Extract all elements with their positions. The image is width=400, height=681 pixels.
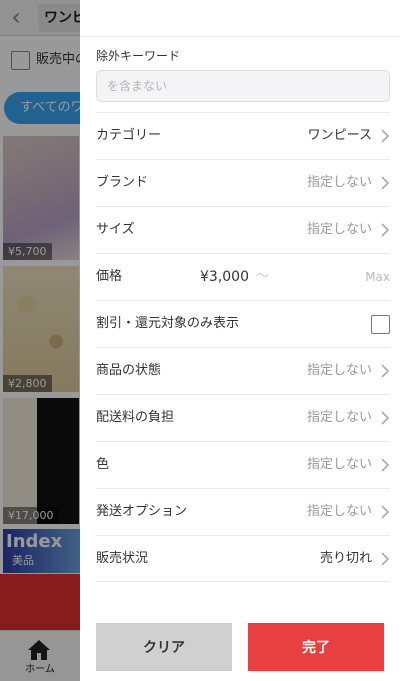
filter-row-sale-status[interactable]: 販売状況 売り切れ: [96, 535, 390, 582]
row-label: 発送オプション: [96, 504, 188, 519]
filter-row-color[interactable]: 色 指定しない: [96, 441, 390, 488]
row-label: カテゴリー: [96, 128, 162, 143]
row-value: ワンピース: [307, 128, 372, 143]
exclude-keyword-input[interactable]: [96, 70, 390, 102]
row-label: ブランド: [96, 175, 149, 190]
chevron-right-icon: [381, 364, 390, 378]
row-value: 指定しない: [306, 222, 372, 237]
chevron-right-icon: [381, 505, 390, 519]
discount-checkbox[interactable]: [371, 315, 390, 334]
exclude-keyword-label: 除外キーワード: [96, 49, 181, 63]
row-label: 価格: [96, 269, 123, 284]
chevron-right-icon: [381, 411, 390, 425]
row-value: 指定しない: [306, 457, 372, 472]
row-label: 色: [96, 457, 110, 472]
price-max-input[interactable]: Max: [365, 254, 390, 300]
filter-row-size[interactable]: サイズ 指定しない: [96, 206, 390, 253]
row-label: 配送料の負担: [96, 410, 175, 425]
filter-row-shipping-fee[interactable]: 配送料の負担 指定しない: [96, 394, 390, 441]
chevron-right-icon: [381, 458, 390, 472]
price-min-input[interactable]: ¥3,000: [200, 254, 249, 300]
row-value: 指定しない: [306, 410, 372, 425]
price-range-separator: 〜: [256, 269, 270, 284]
filter-row-category[interactable]: カテゴリー ワンピース: [96, 112, 390, 159]
filter-row-discount[interactable]: 割引・還元対象のみ表示: [96, 300, 390, 347]
row-value: 指定しない: [306, 363, 372, 378]
row-value: 指定しない: [306, 504, 372, 519]
chevron-right-icon: [381, 552, 390, 566]
chevron-right-icon: [381, 223, 390, 237]
divider: [80, 36, 400, 37]
chevron-right-icon: [381, 129, 390, 143]
filter-panel: 除外キーワード カテゴリー ワンピース ブランド 指定しない サイズ 指定しない…: [80, 0, 400, 681]
row-label: サイズ: [96, 222, 135, 237]
row-label: 商品の状態: [96, 363, 162, 378]
row-label: 割引・還元対象のみ表示: [96, 316, 240, 331]
filter-row-condition[interactable]: 商品の状態 指定しない: [96, 347, 390, 394]
filter-row-brand[interactable]: ブランド 指定しない: [96, 159, 390, 206]
done-button[interactable]: 完了: [248, 623, 384, 671]
chevron-right-icon: [381, 176, 390, 190]
row-value: 売り切れ: [319, 551, 372, 566]
row-label: 販売状況: [96, 551, 149, 566]
clear-button[interactable]: クリア: [96, 623, 232, 671]
filter-row-price: 価格 ¥3,000 〜 Max: [96, 253, 390, 300]
row-value: 指定しない: [306, 175, 372, 190]
divider: [96, 581, 390, 582]
filter-row-shipping-option[interactable]: 発送オプション 指定しない: [96, 488, 390, 535]
